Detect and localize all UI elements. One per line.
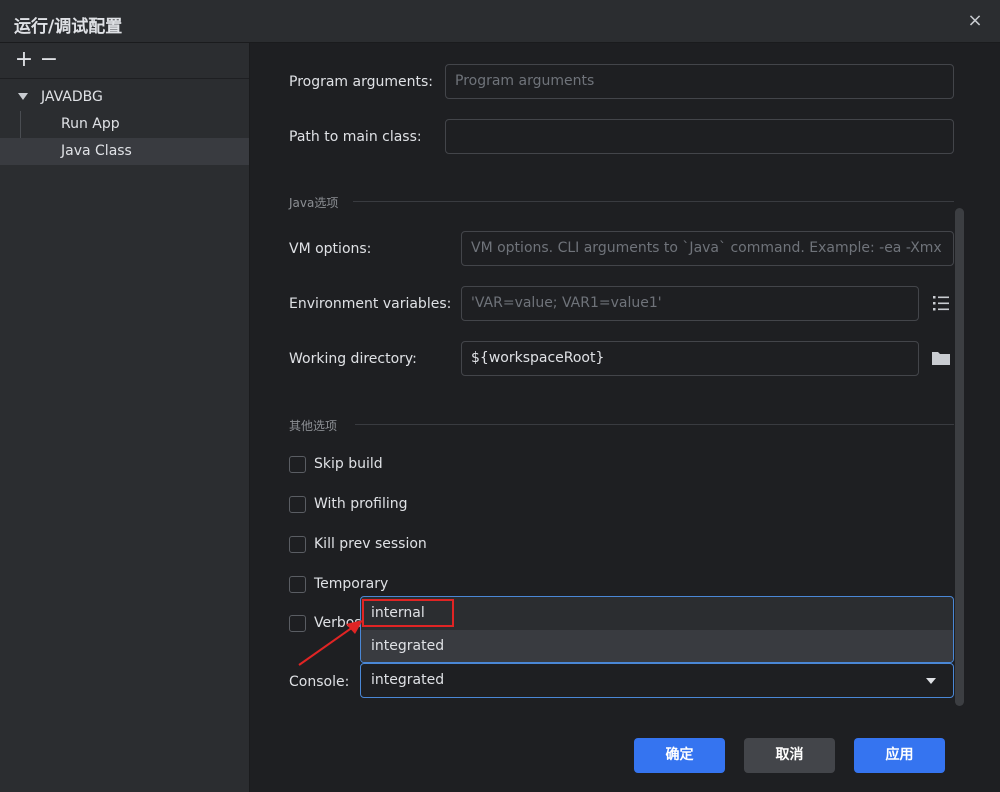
caret-down-icon[interactable] (18, 93, 28, 100)
folder-icon[interactable] (930, 347, 952, 369)
vm-options-input[interactable]: VM options. CLI arguments to `Java` comm… (461, 231, 954, 266)
console-select-value: integrated (371, 672, 445, 688)
configurations-sidebar: + − JAVADBG Run App Java Class (0, 43, 250, 792)
skip-build-label[interactable]: Skip build (314, 456, 383, 472)
title-bar: 运行/调试配置 × (0, 0, 1000, 43)
annotation-arrow-icon (298, 620, 363, 666)
section-divider (353, 201, 954, 202)
tree-group-label: JAVADBG (41, 89, 103, 105)
tree-group-javadbg[interactable]: JAVADBG (0, 85, 249, 111)
section-divider (355, 424, 954, 425)
kill-prev-session-checkbox[interactable] (289, 536, 306, 553)
with-profiling-checkbox[interactable] (289, 496, 306, 513)
working-directory-label: Working directory: (289, 351, 417, 367)
configuration-form: Program arguments: Program arguments Pat… (251, 43, 1000, 792)
vm-options-label: VM options: (289, 241, 372, 257)
tree-item-label: Run App (61, 116, 120, 132)
kill-prev-session-label[interactable]: Kill prev session (314, 536, 427, 552)
console-select[interactable]: integrated (360, 663, 954, 698)
cancel-button[interactable]: 取消 (744, 738, 835, 773)
annotation-highlight-box (362, 599, 454, 627)
console-label: Console: (289, 674, 350, 690)
path-to-main-class-input[interactable] (445, 119, 954, 154)
apply-button[interactable]: 应用 (854, 738, 945, 773)
console-dropdown-list: internal integrated (360, 596, 954, 663)
working-directory-input[interactable]: ${workspaceRoot} (461, 341, 919, 376)
program-arguments-input[interactable]: Program arguments (445, 64, 954, 99)
environment-variables-label: Environment variables: (289, 296, 452, 312)
program-arguments-label: Program arguments: (289, 74, 433, 90)
close-icon[interactable]: × (964, 10, 986, 32)
scrollbar-thumb[interactable] (955, 208, 964, 706)
dropdown-option-integrated[interactable]: integrated (361, 630, 953, 662)
path-to-main-class-label: Path to main class: (289, 129, 422, 145)
dialog-title: 运行/调试配置 (14, 17, 123, 37)
ok-button[interactable]: 确定 (634, 738, 725, 773)
other-options-section-title: 其他选项 (289, 419, 338, 433)
temporary-checkbox[interactable] (289, 576, 306, 593)
java-options-section-title: Java选项 (289, 196, 339, 210)
add-icon[interactable]: + (14, 49, 34, 71)
tree-item-run-app[interactable]: Run App (0, 111, 249, 138)
tree-item-label: Java Class (61, 143, 132, 159)
chevron-down-icon (926, 678, 936, 684)
tree-item-java-class[interactable]: Java Class (0, 138, 249, 165)
skip-build-checkbox[interactable] (289, 456, 306, 473)
with-profiling-label[interactable]: With profiling (314, 496, 408, 512)
environment-variables-input[interactable]: 'VAR=value; VAR1=value1' (461, 286, 919, 321)
list-icon[interactable] (930, 292, 952, 314)
remove-icon[interactable]: − (39, 49, 59, 71)
sidebar-toolbar: + − (0, 43, 249, 79)
temporary-label[interactable]: Temporary (314, 576, 388, 592)
